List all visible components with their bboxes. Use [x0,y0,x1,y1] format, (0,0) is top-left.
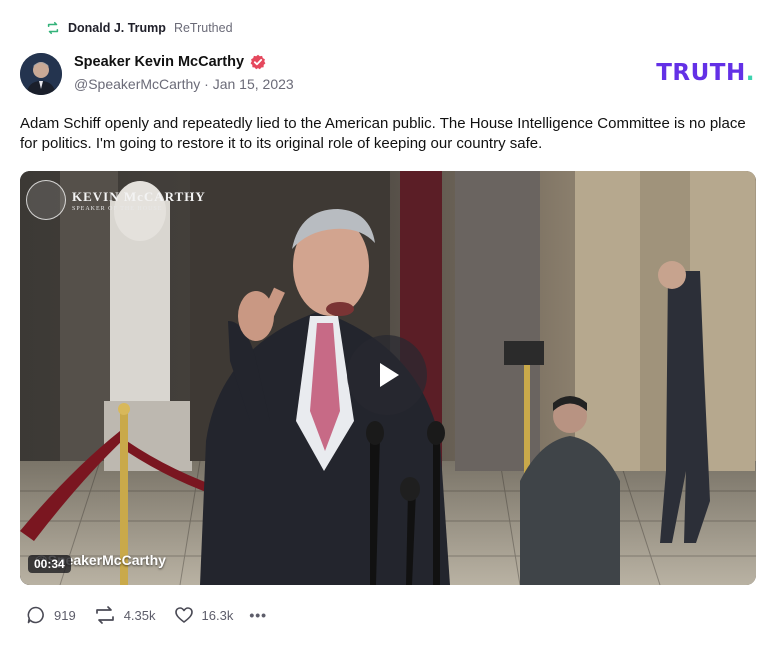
truth-logo[interactable]: TRUTH. [656,60,755,86]
retruth-button[interactable]: 4.35k [94,605,156,625]
heart-icon [174,607,193,623]
post-date[interactable]: Jan 15, 2023 [213,76,294,92]
verified-badge-icon [250,54,266,70]
more-icon[interactable]: ••• [249,607,267,623]
logo-dot: . [745,60,755,86]
handle[interactable]: @SpeakerMcCarthy [74,76,200,92]
retruth-count: 4.35k [123,607,156,623]
meta-separator: · [204,76,209,92]
video-player[interactable]: KEVIN McCARTHY SPEAKER OF THE HOUSE @Spe… [20,171,756,585]
post-text: Adam Schiff openly and repeatedly lied t… [20,115,746,152]
house-seal-icon [26,180,66,220]
retruth-label: ReTruthed [173,21,233,35]
display-name[interactable]: Speaker Kevin McCarthy [74,54,244,70]
watermark-title: KEVIN McCARTHY [72,188,206,204]
reply-count: 919 [54,607,76,623]
reply-button[interactable]: 919 [26,605,76,625]
like-button[interactable]: 16.3k [174,605,234,625]
video-watermark: KEVIN McCARTHY SPEAKER OF THE HOUSE [26,180,206,220]
play-icon [380,363,399,387]
avatar[interactable] [20,53,62,95]
watermark-subtitle: SPEAKER OF THE HOUSE [72,205,163,212]
reply-icon [27,606,44,624]
retruth-banner: Donald J. Trump ReTruthed [46,18,233,38]
post-author: Speaker Kevin McCarthy @SpeakerMcCarthy … [74,54,294,92]
video-timestamp: 00:34 [28,555,71,573]
post-actions: 919 4.35k 16.3k ••• [26,605,267,625]
play-button[interactable] [347,335,427,415]
like-count: 16.3k [201,607,234,623]
retruth-icon [47,21,59,35]
retruth-icon [95,606,114,624]
retruth-author[interactable]: Donald J. Trump [68,21,166,35]
logo-text: TRUTH [656,60,746,86]
